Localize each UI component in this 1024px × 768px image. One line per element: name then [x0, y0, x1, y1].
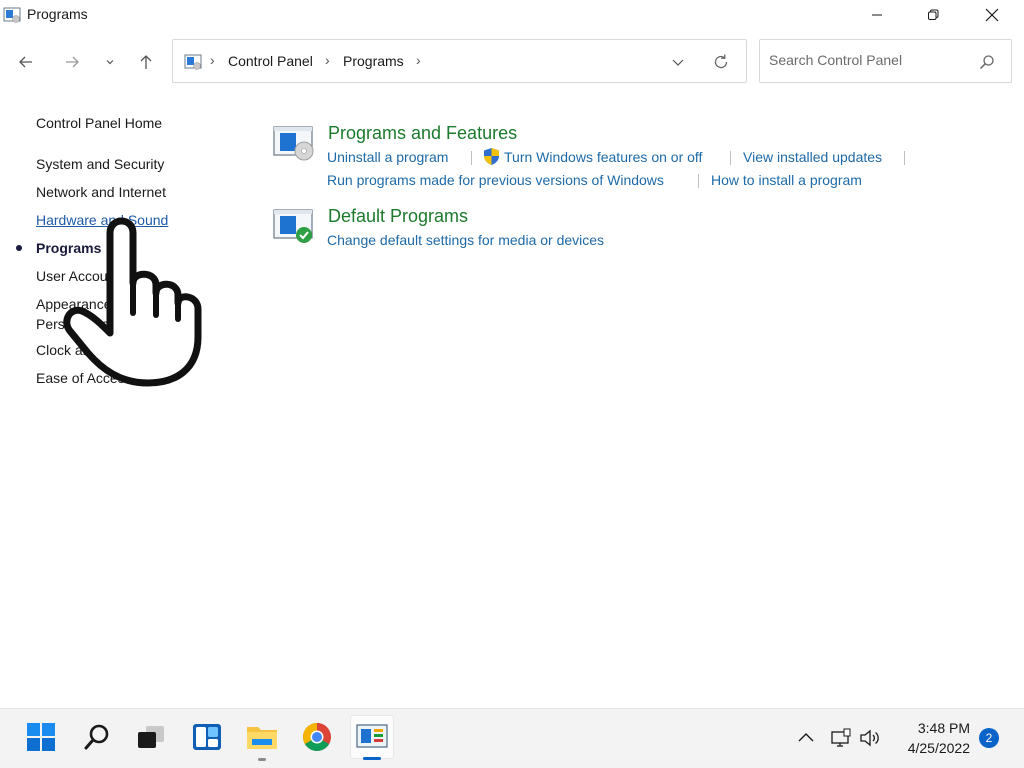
breadcrumb-separator[interactable]: ›: [416, 52, 421, 68]
minimize-button[interactable]: [848, 0, 906, 30]
breadcrumb-separator[interactable]: ›: [325, 52, 330, 68]
running-indicator: [258, 758, 266, 761]
network-icon: [831, 728, 851, 747]
chevron-up-icon: [798, 733, 814, 742]
default-programs-icon: [273, 209, 313, 243]
active-indicator: [363, 757, 381, 760]
chevron-down-icon: [672, 59, 684, 66]
restore-icon: [928, 9, 939, 20]
control-panel-icon: [184, 54, 202, 70]
widgets-icon: [193, 724, 221, 750]
close-icon: [985, 8, 999, 22]
breadcrumb-programs[interactable]: Programs: [343, 53, 404, 69]
windows-logo-icon: [27, 723, 55, 751]
close-button[interactable]: [963, 0, 1021, 30]
link-separator: [698, 174, 699, 188]
minimize-icon: [872, 14, 882, 16]
volume-button[interactable]: [859, 727, 881, 749]
control-panel-programs-icon: [3, 7, 21, 23]
task-view-icon: [138, 726, 164, 748]
link-separator: [471, 151, 472, 165]
sidebar-item-control-panel-home[interactable]: Control Panel Home: [36, 115, 162, 131]
address-bar[interactable]: › Control Panel › Programs ›: [172, 39, 747, 83]
link-change-default-settings[interactable]: Change default settings for media or dev…: [327, 232, 604, 248]
link-separator: [904, 151, 905, 165]
show-hidden-icons-button[interactable]: [795, 727, 817, 749]
current-item-bullet: [16, 245, 22, 251]
sidebar-item-system-and-security[interactable]: System and Security: [36, 156, 164, 172]
taskbar-search-button[interactable]: [75, 715, 119, 759]
refresh-button[interactable]: [709, 50, 733, 74]
restore-button[interactable]: [904, 0, 962, 30]
uac-shield-icon: [484, 148, 499, 165]
search-icon[interactable]: [978, 53, 996, 71]
start-button[interactable]: [19, 715, 63, 759]
arrow-right-icon: [66, 56, 79, 68]
task-view-button[interactable]: [129, 715, 173, 759]
arrow-up-icon: [140, 55, 152, 69]
programs-and-features-icon: [273, 126, 314, 161]
taskbar: 3:48 PM 4/25/2022 2: [0, 708, 1024, 768]
search-box[interactable]: [759, 39, 1012, 83]
clock-time[interactable]: 3:48 PM: [900, 720, 970, 736]
title-bar: Programs: [0, 0, 1024, 30]
file-explorer-button[interactable]: [240, 715, 284, 761]
chevron-down-icon: [106, 60, 114, 65]
window-title: Programs: [27, 6, 88, 22]
breadcrumb-separator[interactable]: ›: [210, 52, 215, 68]
refresh-icon: [714, 54, 728, 69]
chrome-icon: [303, 723, 331, 751]
hand-pointer-cursor-icon: [63, 217, 202, 387]
sidebar-item-network-and-internet[interactable]: Network and Internet: [36, 184, 166, 200]
network-status-button[interactable]: [830, 727, 852, 749]
chrome-button[interactable]: [295, 715, 339, 759]
link-turn-windows-features[interactable]: Turn Windows features on or off: [504, 149, 702, 165]
breadcrumb-control-panel[interactable]: Control Panel: [228, 53, 313, 69]
link-how-to-install-a-program[interactable]: How to install a program: [711, 172, 862, 188]
notification-badge[interactable]: 2: [979, 728, 999, 748]
link-view-installed-updates[interactable]: View installed updates: [743, 149, 882, 165]
folder-icon: [247, 727, 277, 749]
widgets-button[interactable]: [185, 715, 229, 759]
control-panel-icon: [356, 724, 388, 748]
navigation-bar: › Control Panel › Programs ›: [0, 36, 1024, 86]
speaker-icon: [860, 729, 879, 747]
forward-button[interactable]: [60, 50, 84, 74]
clock-date[interactable]: 4/25/2022: [890, 740, 970, 756]
control-panel-taskbar-button[interactable]: [350, 715, 394, 760]
up-button[interactable]: [134, 50, 158, 74]
arrow-left-icon: [19, 56, 32, 68]
link-uninstall-a-program[interactable]: Uninstall a program: [327, 149, 448, 165]
category-title-default-programs[interactable]: Default Programs: [328, 206, 468, 227]
category-title-programs-and-features[interactable]: Programs and Features: [328, 123, 517, 144]
link-separator: [730, 151, 731, 165]
search-icon: [84, 724, 109, 750]
link-run-programs-previous-versions[interactable]: Run programs made for previous versions …: [327, 172, 664, 188]
address-history-button[interactable]: [666, 50, 690, 74]
back-button[interactable]: [14, 50, 38, 74]
recent-locations-button[interactable]: [98, 50, 122, 74]
search-input[interactable]: [769, 52, 969, 68]
